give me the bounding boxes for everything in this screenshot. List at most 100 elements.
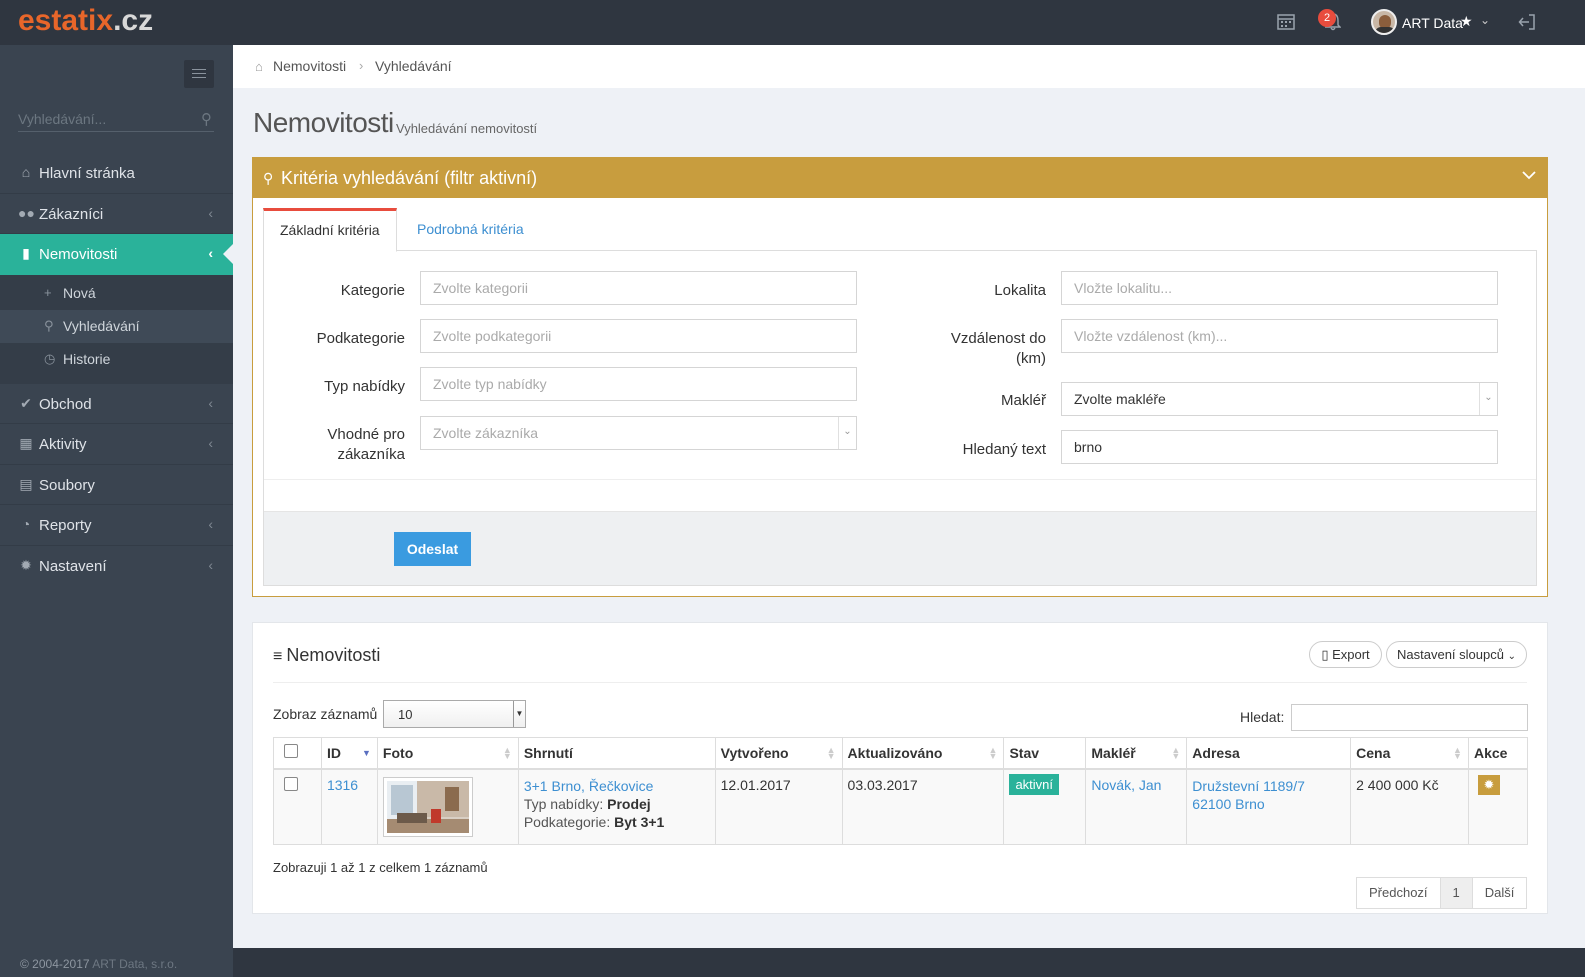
column-header-actions: Akce [1467,737,1529,770]
sort-icon: ▲ ▼ [826,745,836,761]
search-icon[interactable]: ⚲ [201,110,212,128]
column-header-created[interactable]: Vytvořeno ▲ ▼ [714,737,843,770]
column-settings-button[interactable]: Nastavení sloupců ⌄ [1386,641,1527,668]
sidebar-item-settings[interactable]: ✹ Nastavení ‹ [0,546,233,587]
gear-icon: ✹ [20,556,32,573]
menu-toggle-button[interactable] [184,60,214,88]
gear-icon[interactable]: ✹ [1477,774,1500,795]
customer-select[interactable]: Zvolte zákazníka ⌄ [420,416,857,450]
offer-type-label: Typ nabídky [324,378,405,395]
chevron-down-icon[interactable]: ▼ [513,701,525,727]
sidebar-subitem-history[interactable]: ◷ Historie [0,343,233,376]
avatar[interactable] [1371,9,1397,35]
search-icon: ⚲ [263,170,274,186]
clock-icon: ◷ [44,350,56,366]
address-cell: Družstevní 1189/7 62100 Brno [1186,768,1352,845]
breadcrumb-item[interactable]: Nemovitosti [273,58,346,74]
chevron-left-icon: ‹ [208,556,213,573]
sort-desc-icon: ▼ [362,748,371,758]
divider [273,682,1527,683]
calendar-icon: ▦ [19,435,33,451]
offer-type-select[interactable]: Zvolte typ nabídky [420,367,857,401]
sort-icon: ▲ ▼ [1171,745,1181,761]
pagination-next[interactable]: Další [1473,878,1527,908]
chevron-left-icon: ‹ [208,516,213,532]
column-header-photo[interactable]: Foto ▲ ▼ [376,737,519,770]
page-subtitle: Vyhledávání nemovitostí [396,121,538,136]
chevron-down-icon[interactable]: ⌄ [1480,13,1490,27]
logo[interactable]: estatix.cz [18,4,153,38]
sidebar-search-input[interactable]: Vyhledávání... [18,111,106,127]
table-header-row: ID ▼ Foto ▲ ▼ Shrnutí Vytvořeno ▲ ▼ Aktualizo… [273,737,1529,770]
subcategory-label: Podkategorie [316,330,405,347]
sidebar-item-label: Reporty [39,517,92,534]
table-info: Zobrazuji 1 až 1 z celkem 1 záznamů [273,860,488,875]
dashboard-icon: ◔ [21,516,31,532]
chevron-left-icon: ‹ [208,435,213,451]
column-header-broker[interactable]: Makléř ▲ ▼ [1085,737,1188,770]
category-select[interactable]: Zvolte kategorii [420,271,857,305]
copyright-company[interactable]: ART Data, s.r.o. [92,957,177,971]
sidebar-item-reports[interactable]: ◔ Reporty ‹ [0,505,233,546]
sort-icon: ▲ ▼ [1453,745,1462,761]
calendar-icon[interactable] [1277,12,1295,35]
customer-label: Vhodné pro zákazníka [327,426,405,463]
column-header-updated[interactable]: Aktualizováno ▲ ▼ [841,737,1005,770]
row-checkbox[interactable] [284,776,298,791]
address-link[interactable]: Družstevní 1189/7 62100 Brno [1192,778,1305,812]
pagination-previous[interactable]: Předchozí [1357,878,1440,908]
distance-label: Vzdálenost do (km) [950,330,1046,367]
created-cell: 12.01.2017 [714,768,843,845]
location-input[interactable]: Vložte lokalitu... [1061,271,1498,305]
star-icon: ★ [1460,13,1473,29]
chevron-down-icon[interactable]: ⌄ [838,417,856,449]
broker-label: Makléř [1000,392,1046,409]
chevron-down-icon[interactable] [1521,167,1537,188]
summary-link[interactable]: 3+1 Brno, Řečkovice [524,778,654,794]
chevron-down-icon[interactable]: ⌄ [1479,383,1497,415]
sidebar-item-home[interactable]: ⌂ Hlavní stránka [0,153,233,194]
sidebar-item-activities[interactable]: ▦ Aktivity ‹ [0,424,233,465]
subcategory-select[interactable]: Zvolte podkategorii [420,319,857,353]
sidebar-subitem-new[interactable]: + Nová [0,277,233,310]
sidebar-search[interactable]: Vyhledávání... ⚲ [18,108,214,132]
home-icon[interactable]: ⌂ [255,59,263,74]
sidebar-item-business[interactable]: ✔ Obchod ‹ [0,384,233,424]
broker-select[interactable]: Zvolte makléře ⌄ [1061,382,1498,416]
sidebar-item-properties[interactable]: ▮ Nemovitosti ‹ [0,234,234,275]
submit-button[interactable]: Odeslat [394,532,471,566]
list-icon: ≡ [273,648,283,665]
pagination-page[interactable]: 1 [1439,878,1473,908]
broker-link[interactable]: Novák, Jan [1091,777,1161,793]
tab-detailed-criteria[interactable]: Podrobná kritéria [401,208,540,251]
filter-panel-header[interactable]: ⚲ Kritéria vyhledávání (filtr aktivní) [253,158,1547,198]
building-icon: ▮ [22,245,30,261]
filter-title: Kritéria vyhledávání (filtr aktivní) [281,168,538,188]
page-size-label: Zobraz záznamů [273,706,378,722]
location-label: Lokalita [994,282,1046,299]
column-header-price[interactable]: Cena ▲ ▼ [1350,737,1469,770]
results-table: ID ▼ Foto ▲ ▼ Shrnutí Vytvořeno ▲ ▼ Aktualizo… [273,737,1529,845]
property-photo[interactable] [382,776,473,837]
search-icon: ⚲ [44,317,54,333]
select-all-checkbox[interactable] [284,744,298,759]
distance-input[interactable]: Vložte vzdálenost (km)... [1061,319,1498,353]
sidebar-menu: ⌂ Hlavní stránka ●● Zákazníci ‹ ▮ Nemovi… [0,153,234,587]
table-search-input[interactable] [1291,704,1528,731]
home-icon: ⌂ [21,164,31,180]
search-text-input[interactable]: brno [1061,430,1498,464]
tab-basic-criteria[interactable]: Základní kritéria [263,208,397,252]
sidebar-item-customers[interactable]: ●● Zákazníci ‹ [0,194,233,234]
sidebar-item-label: Zákazníci [39,205,104,223]
column-header-id[interactable]: ID ▼ [320,737,378,770]
sidebar-subitem-search[interactable]: ⚲ Vyhledávání [0,309,233,343]
sidebar-item-files[interactable]: ▤ Soubory [0,465,233,505]
chevron-down-icon: ⌄ [1507,651,1516,662]
sort-icon: ▲ ▼ [502,745,512,761]
logout-icon[interactable] [1518,13,1536,36]
sidebar-subitem-label: Historie [63,350,111,367]
user-name[interactable]: ART Data [1402,15,1463,31]
id-link[interactable]: 1316 [327,777,358,793]
export-button[interactable]: ▯ Export [1309,641,1382,668]
page-size-select[interactable]: 10 ▼ [383,700,526,728]
